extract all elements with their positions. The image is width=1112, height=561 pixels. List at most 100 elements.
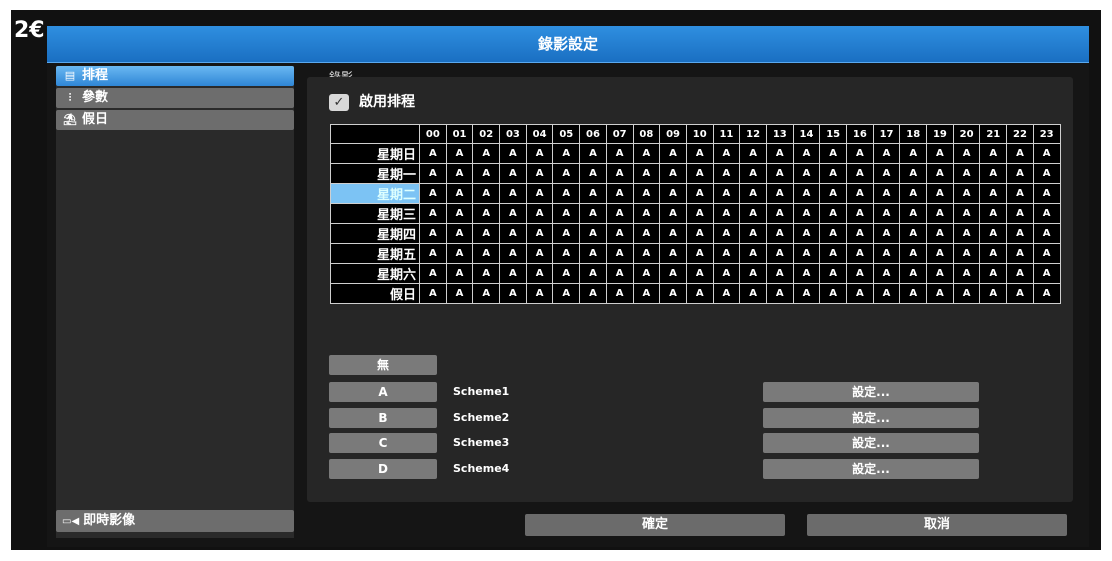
schedule-cell[interactable]: A — [579, 283, 607, 304]
schedule-cell[interactable]: A — [605, 223, 634, 244]
schedule-cell[interactable]: A — [525, 163, 554, 184]
schedule-cell[interactable]: A — [952, 263, 981, 284]
schedule-cell[interactable]: A — [712, 283, 741, 304]
schedule-cell[interactable]: A — [605, 283, 634, 304]
schedule-cell[interactable]: A — [712, 203, 741, 224]
schedule-cell[interactable]: A — [926, 143, 954, 164]
schedule-cell[interactable]: A — [472, 223, 501, 244]
day-label[interactable]: 星期六 — [330, 263, 420, 284]
schedule-cell[interactable]: A — [1006, 183, 1034, 204]
schedule-cell[interactable]: A — [552, 223, 581, 244]
sidebar-item-holiday[interactable]: ⛱ 假日 — [56, 110, 294, 130]
schedule-cell[interactable]: A — [926, 263, 954, 284]
schedule-cell[interactable]: A — [765, 183, 794, 204]
schedule-cell[interactable]: A — [952, 283, 981, 304]
schedule-cell[interactable]: A — [979, 263, 1008, 284]
schedule-cell[interactable]: A — [552, 283, 581, 304]
schedule-cell[interactable]: A — [1006, 283, 1034, 304]
schedule-cell[interactable]: A — [1032, 203, 1061, 224]
sidebar-item-parameters[interactable]: ⫶ 參數 — [56, 88, 294, 108]
schedule-cell[interactable]: A — [499, 263, 527, 284]
schedule-cell[interactable]: A — [739, 163, 767, 184]
schedule-cell[interactable]: A — [846, 223, 874, 244]
schedule-cell[interactable]: A — [579, 183, 607, 204]
schedule-cell[interactable]: A — [712, 143, 741, 164]
schedule-cell[interactable]: A — [445, 223, 474, 244]
schedule-cell[interactable]: A — [872, 143, 901, 164]
schedule-cell[interactable]: A — [419, 203, 447, 224]
schedule-cell[interactable]: A — [712, 183, 741, 204]
schedule-cell[interactable]: A — [792, 183, 821, 204]
schedule-cell[interactable]: A — [712, 243, 741, 264]
schedule-cell[interactable]: A — [926, 223, 954, 244]
schedule-cell[interactable]: A — [659, 263, 687, 284]
schedule-cell[interactable]: A — [792, 143, 821, 164]
schedule-cell[interactable]: A — [1032, 183, 1061, 204]
schedule-cell[interactable]: A — [499, 223, 527, 244]
schedule-cell[interactable]: A — [819, 143, 847, 164]
schedule-cell[interactable]: A — [499, 283, 527, 304]
schedule-cell[interactable]: A — [552, 263, 581, 284]
scheme-d-button[interactable]: D — [329, 459, 437, 479]
schedule-cell[interactable]: A — [926, 243, 954, 264]
schedule-cell[interactable]: A — [659, 143, 687, 164]
schedule-cell[interactable]: A — [1006, 163, 1034, 184]
schedule-cell[interactable]: A — [979, 163, 1008, 184]
schedule-cell[interactable]: A — [765, 243, 794, 264]
schedule-cell[interactable]: A — [872, 263, 901, 284]
schedule-cell[interactable]: A — [952, 243, 981, 264]
schedule-cell[interactable]: A — [846, 143, 874, 164]
schedule-cell[interactable]: A — [659, 243, 687, 264]
schedule-cell[interactable]: A — [472, 243, 501, 264]
schedule-cell[interactable]: A — [979, 203, 1008, 224]
schedule-cell[interactable]: A — [579, 203, 607, 224]
schedule-cell[interactable]: A — [819, 243, 847, 264]
schedule-cell[interactable]: A — [979, 183, 1008, 204]
schedule-cell[interactable]: A — [819, 183, 847, 204]
schedule-cell[interactable]: A — [765, 143, 794, 164]
schedule-cell[interactable]: A — [739, 243, 767, 264]
schedule-cell[interactable]: A — [739, 283, 767, 304]
schedule-cell[interactable]: A — [445, 243, 474, 264]
schedule-cell[interactable]: A — [1006, 243, 1034, 264]
schedule-cell[interactable]: A — [525, 243, 554, 264]
schedule-cell[interactable]: A — [659, 203, 687, 224]
schedule-cell[interactable]: A — [846, 163, 874, 184]
schedule-cell[interactable]: A — [605, 183, 634, 204]
schedule-cell[interactable]: A — [685, 263, 714, 284]
schedule-cell[interactable]: A — [765, 263, 794, 284]
schedule-cell[interactable]: A — [499, 143, 527, 164]
schedule-cell[interactable]: A — [419, 183, 447, 204]
schedule-cell[interactable]: A — [632, 203, 661, 224]
schedule-cell[interactable]: A — [899, 263, 928, 284]
scheme-a-button[interactable]: A — [329, 382, 437, 402]
schedule-cell[interactable]: A — [605, 243, 634, 264]
schedule-cell[interactable]: A — [499, 183, 527, 204]
schedule-cell[interactable]: A — [846, 283, 874, 304]
schedule-cell[interactable]: A — [899, 243, 928, 264]
day-label[interactable]: 星期日 — [330, 143, 420, 164]
schedule-cell[interactable]: A — [792, 203, 821, 224]
schedule-cell[interactable]: A — [792, 243, 821, 264]
schedule-cell[interactable]: A — [632, 183, 661, 204]
schedule-cell[interactable]: A — [899, 183, 928, 204]
none-button[interactable]: 無 — [329, 355, 437, 375]
schedule-cell[interactable]: A — [1032, 243, 1061, 264]
schedule-cell[interactable]: A — [499, 163, 527, 184]
schedule-cell[interactable]: A — [579, 143, 607, 164]
enable-schedule-checkbox[interactable]: ✓ 啟用排程 — [329, 92, 415, 112]
schedule-cell[interactable]: A — [899, 163, 928, 184]
schedule-cell[interactable]: A — [712, 223, 741, 244]
schedule-cell[interactable]: A — [926, 203, 954, 224]
schedule-cell[interactable]: A — [739, 183, 767, 204]
schedule-cell[interactable]: A — [605, 263, 634, 284]
schedule-cell[interactable]: A — [739, 223, 767, 244]
schedule-cell[interactable]: A — [792, 163, 821, 184]
schedule-cell[interactable]: A — [846, 263, 874, 284]
schedule-cell[interactable]: A — [632, 243, 661, 264]
schedule-cell[interactable]: A — [525, 143, 554, 164]
schedule-cell[interactable]: A — [579, 223, 607, 244]
schedule-cell[interactable]: A — [872, 243, 901, 264]
ok-button[interactable]: 確定 — [525, 514, 785, 536]
schedule-cell[interactable]: A — [952, 143, 981, 164]
